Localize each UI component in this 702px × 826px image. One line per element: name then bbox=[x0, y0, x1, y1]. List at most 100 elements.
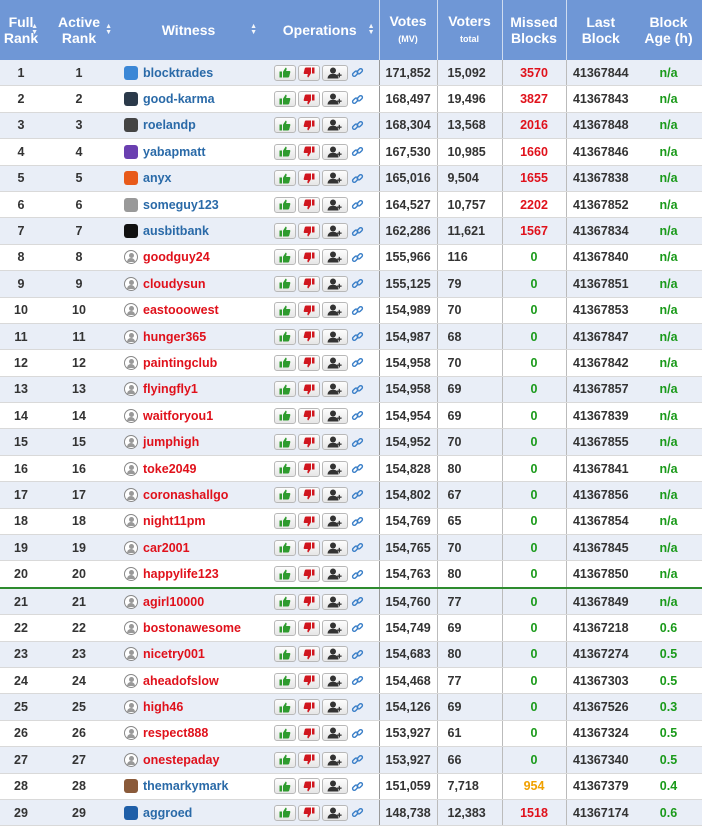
header-operations[interactable]: Operations ▲ ▼ bbox=[261, 0, 379, 60]
set-proxy-button[interactable] bbox=[321, 407, 348, 424]
set-proxy-button[interactable] bbox=[321, 486, 348, 503]
witness-name-link[interactable]: night11pm bbox=[143, 514, 206, 528]
downvote-button[interactable] bbox=[297, 672, 320, 689]
upvote-button[interactable] bbox=[273, 566, 296, 583]
downvote-button[interactable] bbox=[297, 381, 320, 398]
downvote-button[interactable] bbox=[297, 328, 320, 345]
link-icon[interactable] bbox=[350, 119, 366, 132]
upvote-button[interactable] bbox=[273, 699, 296, 716]
header-missed-blocks[interactable]: Missed Blocks bbox=[501, 0, 566, 60]
downvote-button[interactable] bbox=[297, 143, 320, 160]
witness-name-link[interactable]: themarkymark bbox=[143, 779, 228, 793]
link-icon[interactable] bbox=[350, 568, 366, 581]
link-icon[interactable] bbox=[350, 383, 366, 396]
link-icon[interactable] bbox=[350, 488, 366, 501]
witness-name-link[interactable]: onestepaday bbox=[143, 753, 219, 767]
witness-name-link[interactable]: bostonawesome bbox=[143, 621, 241, 635]
downvote-button[interactable] bbox=[297, 699, 320, 716]
header-active-rank[interactable]: Active Rank ▲ ▼ bbox=[42, 0, 116, 60]
downvote-button[interactable] bbox=[297, 354, 320, 371]
upvote-button[interactable] bbox=[273, 91, 296, 108]
upvote-button[interactable] bbox=[273, 486, 296, 503]
upvote-button[interactable] bbox=[273, 619, 296, 636]
upvote-button[interactable] bbox=[273, 275, 296, 292]
set-proxy-button[interactable] bbox=[321, 275, 348, 292]
downvote-button[interactable] bbox=[297, 223, 320, 240]
downvote-button[interactable] bbox=[297, 302, 320, 319]
witness-name-link[interactable]: aheadofslow bbox=[143, 674, 219, 688]
set-proxy-button[interactable] bbox=[321, 64, 348, 81]
witness-name-link[interactable]: car2001 bbox=[143, 541, 190, 555]
downvote-button[interactable] bbox=[297, 646, 320, 663]
downvote-button[interactable] bbox=[297, 64, 320, 81]
downvote-button[interactable] bbox=[297, 117, 320, 134]
downvote-button[interactable] bbox=[297, 249, 320, 266]
link-icon[interactable] bbox=[350, 225, 366, 238]
link-icon[interactable] bbox=[350, 93, 366, 106]
upvote-button[interactable] bbox=[273, 751, 296, 768]
downvote-button[interactable] bbox=[297, 513, 320, 530]
downvote-button[interactable] bbox=[297, 619, 320, 636]
set-proxy-button[interactable] bbox=[321, 460, 348, 477]
downvote-button[interactable] bbox=[297, 804, 320, 821]
upvote-button[interactable] bbox=[273, 196, 296, 213]
link-icon[interactable] bbox=[350, 251, 366, 264]
witness-name-link[interactable]: roelandp bbox=[143, 118, 196, 132]
link-icon[interactable] bbox=[350, 780, 366, 793]
downvote-button[interactable] bbox=[297, 460, 320, 477]
set-proxy-button[interactable] bbox=[321, 170, 348, 187]
downvote-button[interactable] bbox=[297, 196, 320, 213]
set-proxy-button[interactable] bbox=[321, 672, 348, 689]
header-full-rank[interactable]: Full Rank ▲ ▼ bbox=[0, 0, 42, 60]
downvote-button[interactable] bbox=[297, 539, 320, 556]
set-proxy-button[interactable] bbox=[321, 513, 348, 530]
set-proxy-button[interactable] bbox=[321, 223, 348, 240]
upvote-button[interactable] bbox=[273, 539, 296, 556]
upvote-button[interactable] bbox=[273, 117, 296, 134]
link-icon[interactable] bbox=[350, 595, 366, 608]
set-proxy-button[interactable] bbox=[321, 354, 348, 371]
link-icon[interactable] bbox=[350, 701, 366, 714]
set-proxy-button[interactable] bbox=[321, 91, 348, 108]
upvote-button[interactable] bbox=[273, 381, 296, 398]
witness-name-link[interactable]: coronashallgo bbox=[143, 488, 228, 502]
upvote-button[interactable] bbox=[273, 434, 296, 451]
downvote-button[interactable] bbox=[297, 725, 320, 742]
link-icon[interactable] bbox=[350, 621, 366, 634]
downvote-button[interactable] bbox=[297, 91, 320, 108]
downvote-button[interactable] bbox=[297, 486, 320, 503]
set-proxy-button[interactable] bbox=[321, 539, 348, 556]
upvote-button[interactable] bbox=[273, 328, 296, 345]
set-proxy-button[interactable] bbox=[321, 328, 348, 345]
witness-name-link[interactable]: happylife123 bbox=[143, 567, 219, 581]
witness-name-link[interactable]: yabapmatt bbox=[143, 145, 206, 159]
downvote-button[interactable] bbox=[297, 275, 320, 292]
witness-name-link[interactable]: respect888 bbox=[143, 726, 208, 740]
link-icon[interactable] bbox=[350, 753, 366, 766]
set-proxy-button[interactable] bbox=[321, 699, 348, 716]
set-proxy-button[interactable] bbox=[321, 566, 348, 583]
link-icon[interactable] bbox=[350, 648, 366, 661]
link-icon[interactable] bbox=[350, 515, 366, 528]
set-proxy-button[interactable] bbox=[321, 593, 348, 610]
link-icon[interactable] bbox=[350, 356, 366, 369]
witness-name-link[interactable]: goodguy24 bbox=[143, 250, 210, 264]
set-proxy-button[interactable] bbox=[321, 381, 348, 398]
witness-name-link[interactable]: waitforyou1 bbox=[143, 409, 213, 423]
witness-name-link[interactable]: eastooowest bbox=[143, 303, 219, 317]
set-proxy-button[interactable] bbox=[321, 143, 348, 160]
witness-name-link[interactable]: paintingclub bbox=[143, 356, 217, 370]
set-proxy-button[interactable] bbox=[321, 804, 348, 821]
link-icon[interactable] bbox=[350, 304, 366, 317]
upvote-button[interactable] bbox=[273, 725, 296, 742]
upvote-button[interactable] bbox=[273, 143, 296, 160]
witness-name-link[interactable]: agirl10000 bbox=[143, 595, 204, 609]
upvote-button[interactable] bbox=[273, 249, 296, 266]
witness-name-link[interactable]: someguy123 bbox=[143, 198, 219, 212]
link-icon[interactable] bbox=[350, 806, 366, 819]
header-block-age[interactable]: Block Age (h) bbox=[635, 0, 702, 60]
witness-name-link[interactable]: hunger365 bbox=[143, 330, 206, 344]
upvote-button[interactable] bbox=[273, 672, 296, 689]
link-icon[interactable] bbox=[350, 198, 366, 211]
downvote-button[interactable] bbox=[297, 778, 320, 795]
